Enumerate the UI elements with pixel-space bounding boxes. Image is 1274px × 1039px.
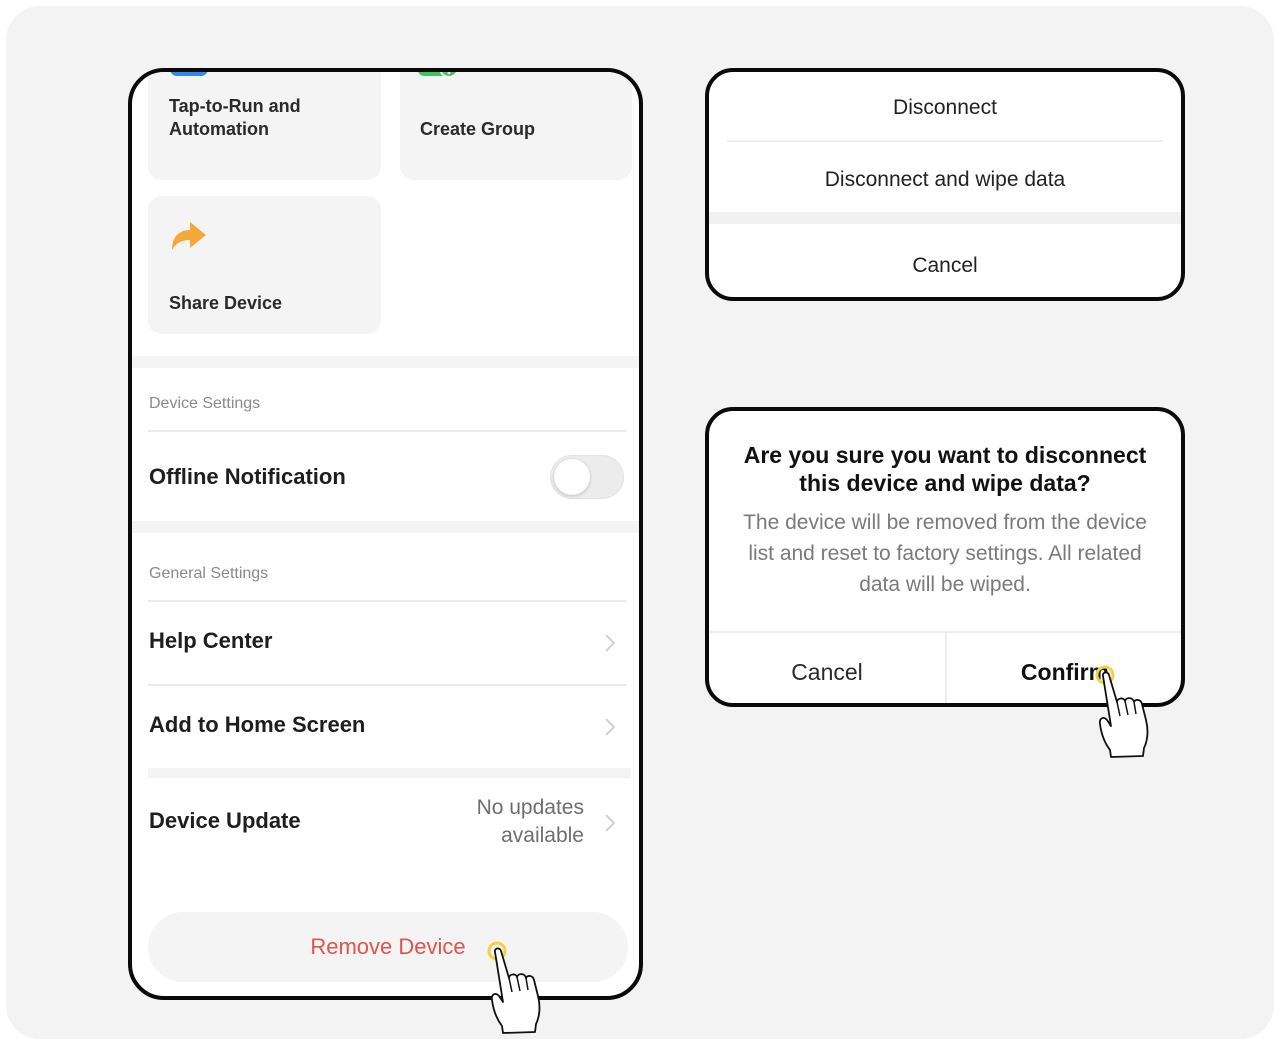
hand-pointer-icon	[1095, 665, 1149, 758]
toggle-knob	[554, 459, 590, 495]
sheet-cancel-button[interactable]: Cancel	[709, 254, 1181, 278]
dialog-cancel-button[interactable]: Cancel	[709, 633, 945, 703]
create-group-icon	[418, 72, 459, 78]
offline-notification-label: Offline Notification	[149, 464, 346, 489]
tap-to-run-tile[interactable]: Tap-to-Run and Automation	[148, 72, 381, 180]
chevron-right-icon	[605, 718, 616, 736]
offline-notification-toggle[interactable]	[550, 455, 624, 499]
divider	[148, 430, 627, 432]
dialog-message: The device will be removed from the devi…	[743, 511, 1147, 596]
disconnect-wipe-option[interactable]: Disconnect and wipe data	[709, 168, 1181, 192]
section-gap	[709, 212, 1181, 224]
create-group-tile[interactable]: Create Group	[400, 72, 632, 180]
help-center-label: Help Center	[149, 628, 273, 653]
divider	[148, 768, 631, 778]
device-update-label: Device Update	[149, 808, 301, 833]
dialog-title: Are you sure you want to disconnect this…	[743, 442, 1147, 496]
general-settings-heading: General Settings	[149, 565, 269, 582]
tap-to-run-label: Tap-to-Run and Automation	[169, 96, 301, 139]
share-device-label: Share Device	[169, 293, 283, 313]
section-gap	[132, 521, 639, 533]
device-settings-heading: Device Settings	[149, 395, 261, 412]
disconnect-option[interactable]: Disconnect	[709, 96, 1181, 120]
checkbox-icon	[170, 72, 208, 76]
create-group-label: Create Group	[420, 119, 536, 139]
device-update-status: No updates available	[476, 796, 584, 847]
share-arrow-icon	[172, 222, 206, 250]
help-center-row[interactable]: Help Center	[132, 602, 639, 684]
remove-device-button[interactable]: Remove Device	[148, 912, 628, 982]
add-to-home-screen-row[interactable]: Add to Home Screen	[132, 686, 639, 768]
device-settings-screen: Tap-to-Run and Automation Create Group S…	[128, 68, 643, 1000]
chevron-right-icon	[605, 634, 616, 652]
share-device-tile[interactable]: Share Device	[148, 196, 381, 334]
divider	[727, 140, 1163, 142]
add-to-home-screen-label: Add to Home Screen	[149, 712, 366, 737]
chevron-right-icon	[605, 814, 616, 832]
hand-pointer-icon	[487, 941, 541, 1034]
section-gap	[132, 356, 639, 368]
disconnect-action-sheet: Disconnect Disconnect and wipe data Canc…	[705, 68, 1185, 301]
